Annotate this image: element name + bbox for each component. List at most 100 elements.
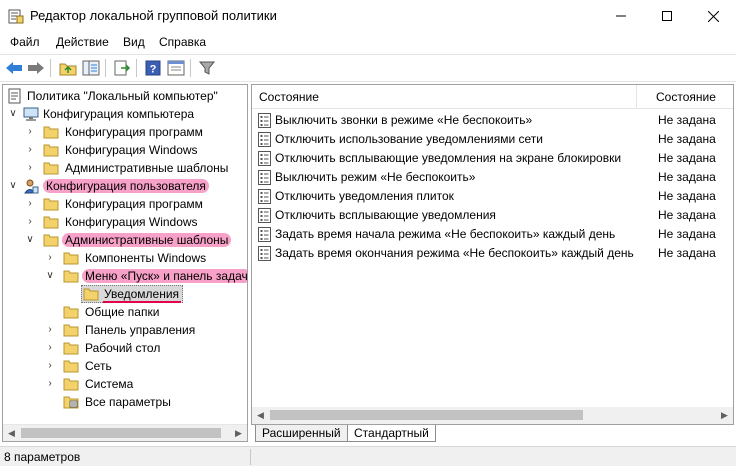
tree-computer-config[interactable]: ∨ Конфигурация компьютера bbox=[3, 105, 247, 123]
table-row[interactable]: Отключить всплывающие уведомления на экр… bbox=[252, 149, 733, 168]
list-horizontal-scrollbar[interactable]: ◀ ▶ bbox=[252, 407, 733, 424]
table-row[interactable]: Отключить уведомления плиток Не задана bbox=[252, 187, 733, 206]
tree-item[interactable]: › Сеть bbox=[3, 357, 247, 375]
tree-label: Конфигурация компьютера bbox=[43, 107, 195, 121]
tree-item[interactable]: › Конфигурация программ bbox=[3, 123, 247, 141]
tree-item[interactable]: › Система bbox=[3, 375, 247, 393]
chevron-right-icon[interactable]: › bbox=[45, 252, 55, 264]
folder-icon bbox=[63, 378, 79, 391]
tree-item[interactable]: Общие папки bbox=[3, 303, 247, 321]
chevron-right-icon[interactable]: › bbox=[45, 360, 55, 372]
tree-label: Общие папки bbox=[85, 305, 160, 319]
chevron-right-icon[interactable]: › bbox=[45, 378, 55, 390]
minimize-icon bbox=[616, 15, 626, 17]
tree-item[interactable]: › Конфигурация Windows bbox=[3, 141, 247, 159]
minimize-button[interactable] bbox=[598, 0, 644, 32]
forward-arrow-icon bbox=[28, 62, 44, 74]
table-row[interactable]: Задать время начала режима «Не беспокоит… bbox=[252, 225, 733, 244]
policy-name: Выключить звонки в режиме «Не беспокоить… bbox=[275, 113, 533, 127]
folder-icon bbox=[43, 144, 59, 157]
tree-item[interactable]: › Компоненты Windows bbox=[3, 249, 247, 267]
policy-document-icon bbox=[8, 88, 21, 104]
chevron-right-icon[interactable]: › bbox=[25, 162, 35, 174]
filter-button[interactable] bbox=[197, 58, 217, 78]
tree-item[interactable]: › Рабочий стол bbox=[3, 339, 247, 357]
tab-extended[interactable]: Расширенный bbox=[255, 425, 348, 442]
tab-standard[interactable]: Стандартный bbox=[347, 425, 436, 442]
chevron-right-icon[interactable]: › bbox=[25, 198, 35, 210]
properties-button[interactable] bbox=[166, 58, 186, 78]
scrollbar-thumb[interactable] bbox=[21, 428, 221, 438]
help-button[interactable]: ? bbox=[143, 58, 163, 78]
tree-label: Политика "Локальный компьютер" bbox=[27, 89, 218, 103]
chevron-down-icon[interactable]: ∨ bbox=[8, 108, 18, 120]
tree-item[interactable]: › Административные шаблоны bbox=[3, 159, 247, 177]
tree-item[interactable]: › Конфигурация Windows bbox=[3, 213, 247, 231]
back-button[interactable] bbox=[4, 58, 24, 78]
toolbar-separator bbox=[50, 59, 51, 77]
tree-item[interactable]: › Конфигурация программ bbox=[3, 195, 247, 213]
forward-button[interactable] bbox=[26, 58, 46, 78]
folder-open-icon bbox=[43, 234, 59, 247]
chevron-down-icon[interactable]: ∨ bbox=[25, 234, 35, 246]
table-row[interactable]: Выключить режим «Не беспокоить» Не задана bbox=[252, 168, 733, 187]
menu-action[interactable]: Действие bbox=[56, 35, 109, 49]
list-pane[interactable]: Состояние Состояние Выключить звонки в р… bbox=[251, 84, 734, 425]
tree-label: Рабочий стол bbox=[85, 341, 161, 355]
chevron-down-icon[interactable]: ∨ bbox=[45, 270, 55, 282]
table-row[interactable]: Отключить всплывающие уведомления Не зада… bbox=[252, 206, 733, 225]
policy-name: Задать время окончания режима «Не беспок… bbox=[275, 246, 634, 260]
export-list-button[interactable] bbox=[112, 58, 132, 78]
tree-label: Компоненты Windows bbox=[85, 251, 207, 265]
scroll-right-icon[interactable]: ▶ bbox=[716, 407, 733, 423]
tree-label: Конфигурация Windows bbox=[65, 215, 198, 229]
table-row[interactable]: Задать время окончания режима «Не беспок… bbox=[252, 244, 733, 263]
table-row[interactable]: Отключить использование уведомлениями се… bbox=[252, 130, 733, 149]
menu-file[interactable]: Файл bbox=[10, 35, 40, 49]
tree-user-config[interactable]: ∨ Конфигурация пользователя bbox=[3, 177, 247, 195]
policy-setting-icon bbox=[258, 151, 271, 166]
chevron-right-icon[interactable]: › bbox=[45, 324, 55, 336]
policy-name: Отключить всплывающие уведомления на экр… bbox=[275, 151, 622, 165]
scrollbar-thumb[interactable] bbox=[270, 410, 583, 420]
toolbar-separator bbox=[136, 59, 137, 77]
scroll-left-icon[interactable]: ◀ bbox=[3, 425, 20, 441]
chevron-right-icon[interactable]: › bbox=[45, 342, 55, 354]
chevron-right-icon[interactable]: › bbox=[25, 126, 35, 138]
tree-horizontal-scrollbar[interactable]: ◀ ▶ bbox=[3, 424, 247, 441]
scroll-right-icon[interactable]: ▶ bbox=[230, 425, 247, 441]
column-divider[interactable] bbox=[636, 85, 637, 109]
scroll-left-icon[interactable]: ◀ bbox=[252, 407, 269, 423]
tree-label: Сеть bbox=[85, 359, 112, 373]
tree-item[interactable]: › Панель управления bbox=[3, 321, 247, 339]
chevron-right-icon[interactable]: › bbox=[25, 144, 35, 156]
menu-view[interactable]: Вид bbox=[123, 35, 145, 49]
tree-admin-templates[interactable]: ∨ Административные шаблоны bbox=[3, 231, 247, 249]
up-folder-icon bbox=[59, 63, 77, 76]
table-row[interactable]: Выключить звонки в режиме «Не беспокоить… bbox=[252, 111, 733, 130]
show-hide-tree-icon bbox=[82, 60, 100, 76]
tree-label: Конфигурация программ bbox=[65, 197, 203, 211]
tree-item[interactable]: Все параметры bbox=[3, 393, 247, 411]
tree-start-menu[interactable]: ∨ Меню «Пуск» и панель задач bbox=[3, 267, 247, 285]
export-list-icon bbox=[114, 60, 131, 76]
menu-help[interactable]: Справка bbox=[159, 35, 206, 49]
show-hide-tree-button[interactable] bbox=[81, 58, 101, 78]
tree-label: Конфигурация Windows bbox=[65, 143, 198, 157]
title-bar: Редактор локальной групповой политики bbox=[0, 0, 736, 32]
close-button[interactable] bbox=[690, 0, 736, 32]
column-header-name[interactable]: Состояние bbox=[259, 90, 319, 104]
column-header-state[interactable]: Состояние bbox=[656, 90, 716, 104]
chevron-down-icon[interactable]: ∨ bbox=[8, 180, 18, 192]
tree-root[interactable]: Политика "Локальный компьютер" bbox=[3, 87, 247, 105]
menu-bar: Файл Действие Вид Справка bbox=[0, 32, 736, 54]
maximize-button[interactable] bbox=[644, 0, 690, 32]
chevron-right-icon[interactable]: › bbox=[25, 216, 35, 228]
up-level-button[interactable] bbox=[58, 58, 78, 78]
status-text: 8 параметров bbox=[4, 450, 81, 464]
status-divider bbox=[250, 449, 251, 465]
user-icon bbox=[24, 179, 39, 194]
folder-open-icon bbox=[63, 270, 79, 283]
folder-icon bbox=[43, 198, 59, 211]
tree-pane[interactable]: Политика "Локальный компьютер" ∨ Конфигу… bbox=[2, 84, 248, 442]
